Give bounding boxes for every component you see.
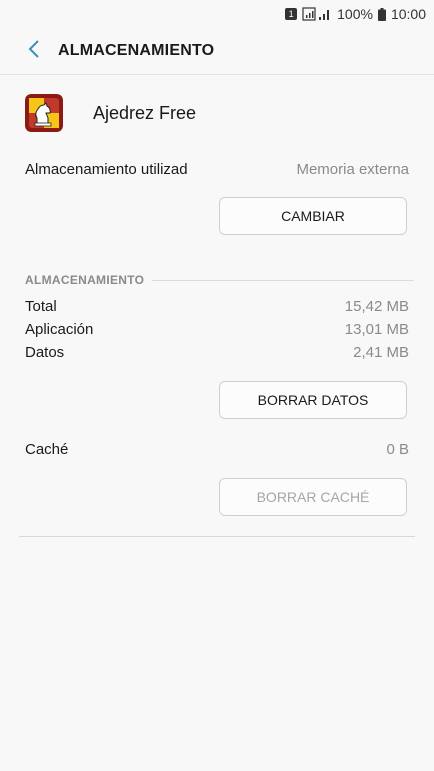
divider (0, 74, 434, 75)
chevron-left-icon (28, 39, 40, 64)
section-divider (152, 279, 414, 281)
app-name: Ajedrez Free (93, 102, 197, 123)
page-title: ALMACENAMIENTO (58, 42, 215, 59)
storage-row-app: Aplicación 13,01 MB (25, 321, 409, 338)
storage-row-label: Aplicación (25, 321, 94, 338)
storage-used-value: Memoria externa (296, 161, 409, 178)
storage-row-value: 2,41 MB (353, 344, 409, 361)
change-storage-button[interactable]: CAMBIAR (219, 197, 407, 235)
storage-row-value: 13,01 MB (344, 321, 409, 338)
sim-icon: 1 (285, 8, 298, 20)
section-header-label: ALMACENAMIENTO (25, 273, 145, 287)
chess-app-icon (25, 94, 63, 132)
storage-row-label: Datos (25, 344, 65, 361)
storage-used-row: Almacenamiento utilizad Memoria externa (25, 161, 409, 178)
storage-row-value: 15,42 MB (344, 298, 409, 315)
storage-row-data: Datos 2,41 MB (25, 344, 409, 361)
clear-cache-button[interactable]: BORRAR CACHÉ (219, 478, 407, 516)
storage-row-label: Total (25, 298, 57, 315)
divider (19, 536, 415, 537)
signal-icon (302, 7, 332, 21)
battery-percent: 100% (337, 6, 373, 22)
status-bar: 1 100% 10:00 (0, 0, 434, 28)
cache-label: Caché (25, 441, 69, 458)
clear-data-button[interactable]: BORRAR DATOS (219, 381, 407, 419)
cache-value: 0 B (386, 441, 409, 458)
app-bar: ALMACENAMIENTO (0, 28, 434, 74)
battery-icon (377, 7, 386, 21)
clock: 10:00 (390, 6, 426, 22)
storage-section-header: ALMACENAMIENTO (25, 273, 414, 287)
app-info-row: Ajedrez Free (25, 92, 196, 134)
cache-row: Caché 0 B (25, 441, 409, 458)
storage-row-total: Total 15,42 MB (25, 298, 409, 315)
storage-used-label: Almacenamiento utilizad (25, 161, 188, 178)
back-button[interactable] (14, 28, 54, 74)
